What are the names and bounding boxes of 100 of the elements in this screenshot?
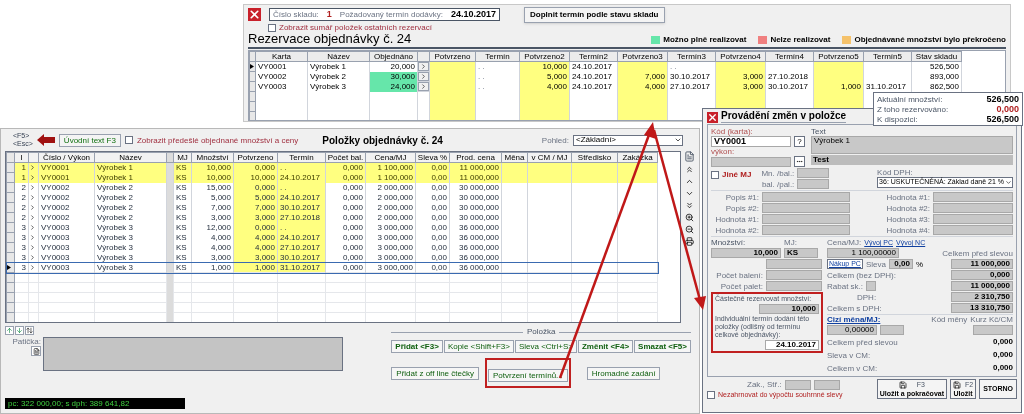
save-icon <box>953 380 961 389</box>
input-field[interactable]: 1 100,00000 <box>827 248 899 258</box>
field-label: Hodnota #1: <box>714 214 759 224</box>
close-icon[interactable] <box>248 8 261 21</box>
sort-icon[interactable] <box>25 326 34 335</box>
checkbox[interactable] <box>268 23 276 32</box>
last-icon[interactable] <box>684 201 694 210</box>
input-field[interactable] <box>933 192 1013 202</box>
action-button[interactable]: Přidat <F3> <box>391 340 443 353</box>
row-pointer-icon <box>250 64 254 69</box>
table-cell: 24.10.2017 <box>569 61 618 72</box>
close-icon[interactable] <box>707 112 718 123</box>
table-cell: 30.10.2017 <box>765 81 814 92</box>
column-header: MJ <box>173 152 192 163</box>
table-cell: KS <box>173 222 192 233</box>
input-field[interactable] <box>933 214 1013 224</box>
column-header: Potvrzeno3 <box>617 51 668 62</box>
input-field[interactable] <box>766 281 822 291</box>
table-cell: 30 000,000 <box>449 182 502 193</box>
input-field[interactable]: 0,000 <box>951 270 1013 280</box>
document-icon[interactable] <box>683 151 695 162</box>
text-area[interactable]: Výrobek 1 <box>811 136 1013 154</box>
input-field[interactable] <box>933 225 1013 235</box>
table-cell: 3,000 <box>233 252 278 263</box>
legend-label: Objednávané množství bylo překročeno <box>854 34 1006 46</box>
input-field[interactable]: 11 000,000 <box>951 281 1013 291</box>
table-cell: 1 100,000 <box>365 172 416 183</box>
edit-button[interactable] <box>31 346 41 356</box>
footer-text-area[interactable] <box>43 337 343 371</box>
action-button[interactable]: Hromadné zadání <box>586 366 661 380</box>
table-cell: 30,000 <box>369 71 418 82</box>
input-field[interactable] <box>766 259 822 269</box>
row-button[interactable] <box>418 62 429 71</box>
input-field[interactable] <box>766 270 822 280</box>
table-cell: 862,500 <box>911 81 962 92</box>
input-field[interactable] <box>711 156 791 167</box>
input-field[interactable] <box>813 379 840 390</box>
table-cell: 31.10.2017 <box>863 81 912 92</box>
input-field[interactable]: 11 000,000 <box>951 259 1013 269</box>
down-icon[interactable] <box>684 189 694 198</box>
table-cell: 0,000 <box>233 162 278 173</box>
table-cell: 10,000 <box>519 61 570 72</box>
input-field[interactable] <box>762 203 850 213</box>
table-cell: Výrobek 3 <box>94 242 167 253</box>
input-field[interactable]: 0,00000 <box>827 325 877 335</box>
table-cell: KS <box>173 252 192 263</box>
field-label: Popis #2: <box>724 203 759 213</box>
table-cell: KS <box>173 212 192 223</box>
column-header: Potvrzeno2 <box>519 51 570 62</box>
up-icon[interactable] <box>684 177 694 186</box>
input-field[interactable] <box>880 325 904 335</box>
table-cell: KS <box>173 172 192 183</box>
column-header: Prod. cena <box>449 152 502 163</box>
first-icon[interactable] <box>684 165 694 174</box>
view-select[interactable]: <Základní> <box>573 134 683 146</box>
input-field[interactable] <box>973 325 1013 335</box>
input-field[interactable]: KS <box>784 248 818 258</box>
input-field[interactable] <box>762 225 850 235</box>
input-field[interactable] <box>762 192 850 202</box>
input-field[interactable]: 24.10.2017 <box>765 340 819 350</box>
printer-icon[interactable] <box>684 237 694 246</box>
zoom-out-icon[interactable] <box>684 225 694 234</box>
intro-button[interactable]: Úvodní text F3 <box>58 133 121 147</box>
table-cell: KS <box>173 182 192 193</box>
code-field[interactable]: VY0001 <box>711 136 791 147</box>
checkbox[interactable] <box>711 170 719 179</box>
action-button[interactable]: Kopie <Shift+F3> <box>443 340 514 353</box>
action-button[interactable]: Změnit <F4> <box>577 340 634 353</box>
input-field[interactable] <box>784 379 811 390</box>
fill-button[interactable]: Doplnit termín podle stavu skladu <box>524 7 665 23</box>
field-label: MJ: <box>784 238 797 247</box>
checkbox[interactable] <box>124 136 133 144</box>
arrow-up-icon[interactable] <box>5 326 14 335</box>
help-button[interactable]: ? <box>794 136 805 147</box>
browse-button[interactable] <box>794 156 805 167</box>
table-cell: 1,000 <box>191 262 234 273</box>
action-button[interactable]: Smazat <F5> <box>634 340 691 353</box>
input-field[interactable] <box>933 203 1013 213</box>
table-cell: KS <box>173 242 192 253</box>
arrow-down-icon[interactable] <box>15 326 24 335</box>
column-header: Středisko <box>571 152 618 163</box>
table-cell: VY0002 <box>38 212 95 223</box>
checkbox[interactable] <box>707 390 715 399</box>
action-button[interactable]: Přidat z off line čtečky <box>391 366 479 380</box>
zoom-in-icon[interactable] <box>684 213 694 222</box>
column-header: Název <box>94 152 167 163</box>
arrow-left-icon[interactable] <box>36 134 55 146</box>
input-field[interactable] <box>762 214 850 224</box>
input-field[interactable] <box>797 168 830 178</box>
input-field[interactable]: 10,000 <box>711 248 781 258</box>
row-button[interactable] <box>418 72 429 81</box>
input-field[interactable] <box>866 281 876 291</box>
input-field[interactable]: 10,000 <box>759 304 819 314</box>
input-field[interactable]: 0,00 <box>888 259 913 269</box>
input-field[interactable]: 13 310,750 <box>951 303 1013 313</box>
row-button[interactable] <box>418 82 429 91</box>
table-cell: 11 000,000 <box>449 162 502 173</box>
input-field[interactable]: 2 310,750 <box>951 292 1013 302</box>
input-field[interactable] <box>797 179 830 189</box>
table-cell: 2 <box>14 212 29 223</box>
